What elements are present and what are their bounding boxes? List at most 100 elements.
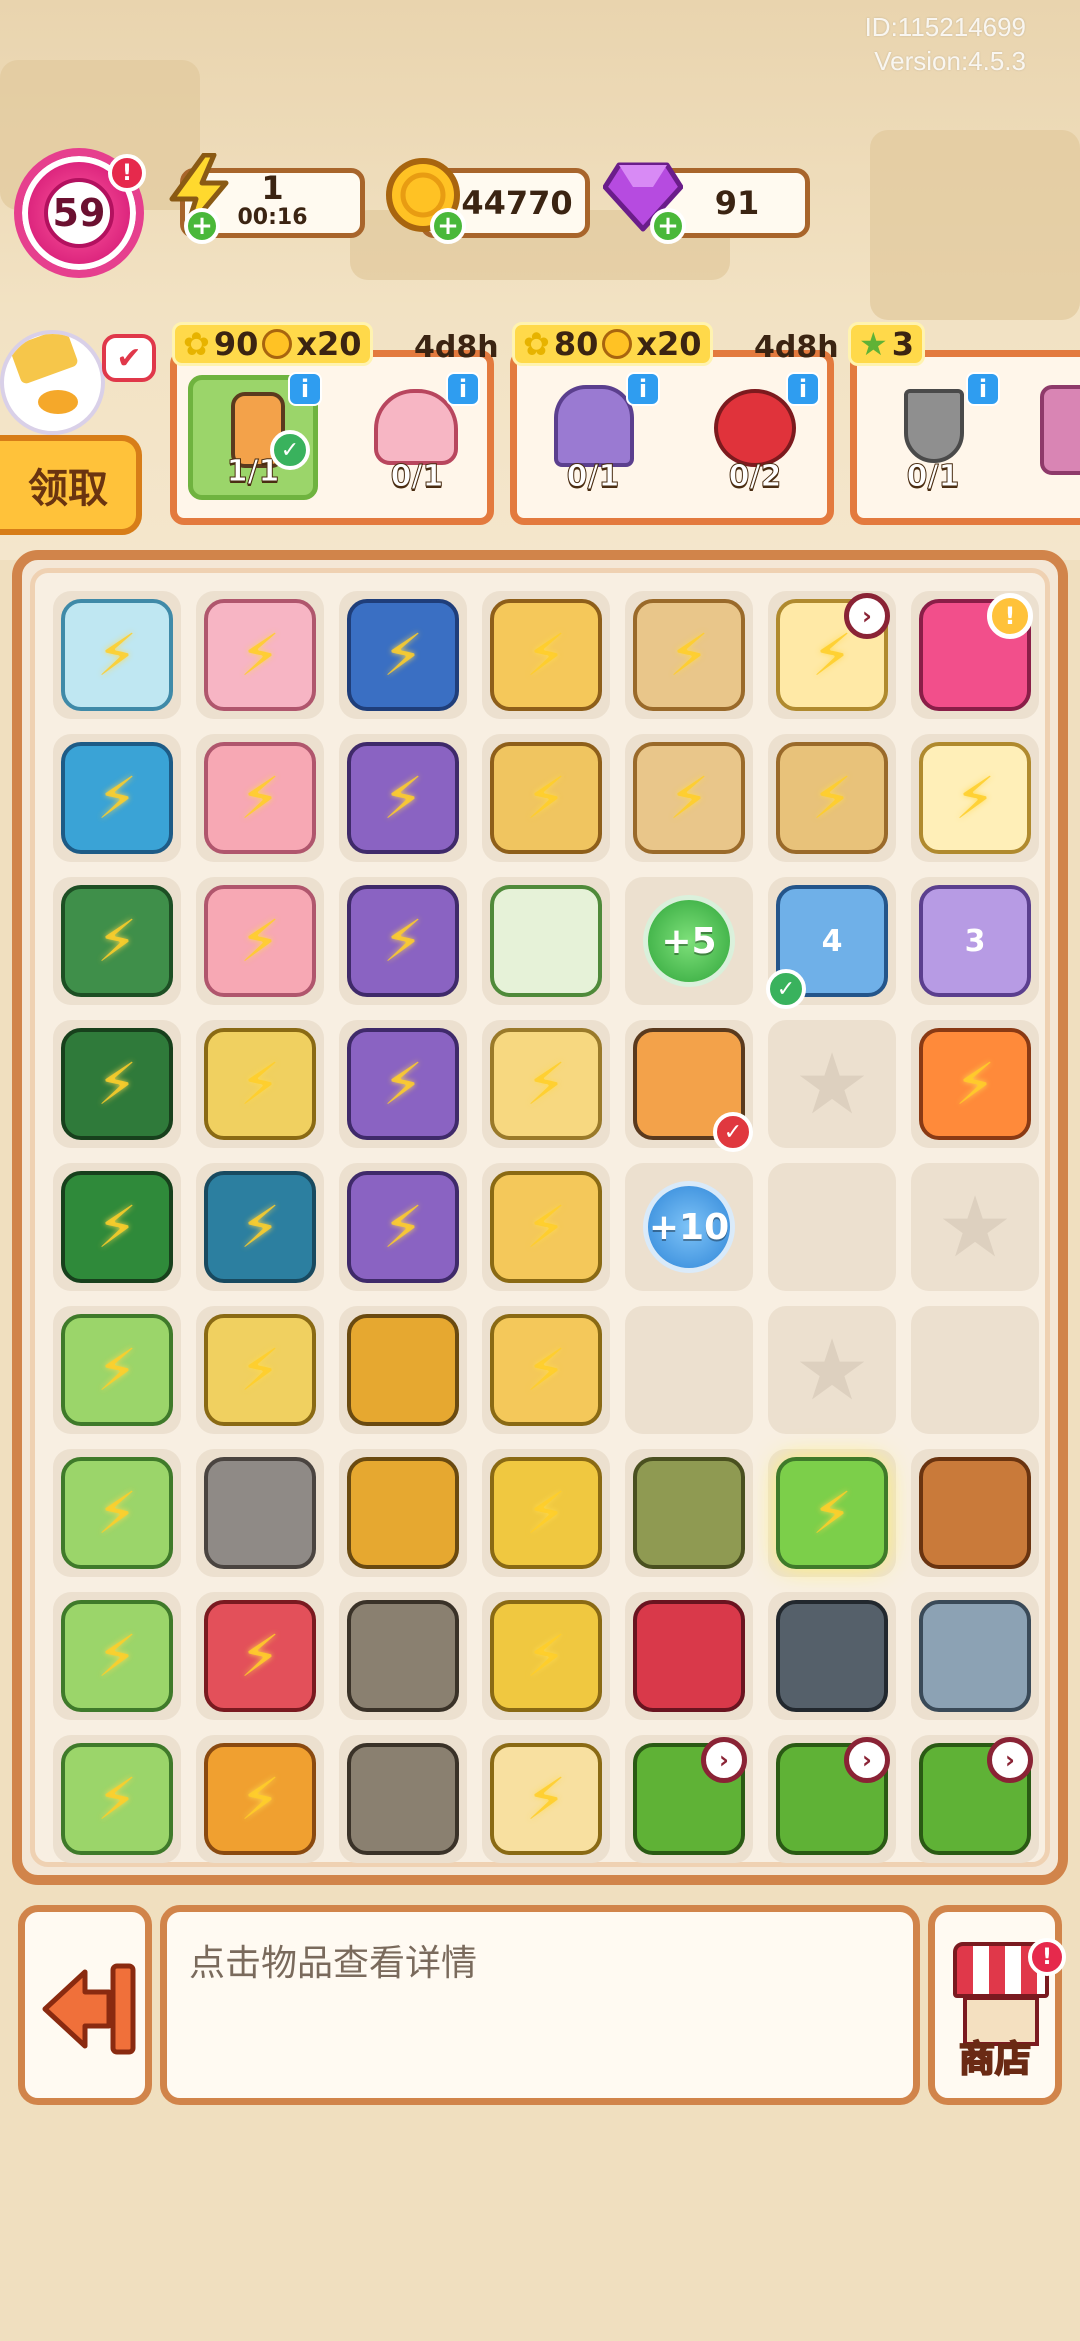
board-cell[interactable]: ⚡ — [482, 734, 610, 862]
order-1-coin-reward: x20 — [296, 325, 362, 363]
flower-box-icon: ⚡ — [633, 742, 745, 854]
board-cell[interactable]: ⚡ — [53, 1592, 181, 1720]
board-cell[interactable]: ⚡ — [339, 1163, 467, 1291]
board-cell[interactable]: ⚡ — [482, 1735, 610, 1863]
shop-alert-icon: ! — [1028, 1938, 1066, 1976]
toolbox-blue-icon: ⚡ — [347, 599, 459, 711]
order-2-timer: 4d8h — [754, 330, 839, 365]
board-cell[interactable]: ⚡ — [768, 1449, 896, 1577]
board-cell[interactable]: +5 — [625, 877, 753, 1005]
order-2-slot-2-count: 0/2 — [728, 459, 782, 495]
board-cell[interactable] — [339, 1735, 467, 1863]
board-cell[interactable] — [339, 1449, 467, 1577]
board-cell[interactable]: ⚡ — [625, 734, 753, 862]
board-cell[interactable] — [196, 1449, 324, 1577]
empty-cell[interactable] — [768, 1020, 896, 1148]
cart-gloves-icon: ⚡ — [204, 1314, 316, 1426]
order-1-timer: 4d8h — [414, 330, 499, 365]
board-cell[interactable]: ⚡ — [482, 1163, 610, 1291]
board-cell[interactable] — [482, 877, 610, 1005]
board-cell[interactable]: 3 — [911, 877, 1039, 1005]
board-cell[interactable]: ⚡ — [339, 877, 467, 1005]
laptop-icon: ⚡ — [61, 1600, 173, 1712]
energy-timer: 00:16 — [237, 205, 308, 230]
board-cell[interactable] — [768, 1592, 896, 1720]
board-cell[interactable]: ⚡ — [911, 734, 1039, 862]
board-cell[interactable]: 4 ✓ — [766, 877, 896, 1009]
board-cell[interactable] — [911, 1449, 1039, 1577]
cat-bed-icon: ⚡ — [490, 599, 602, 711]
claim-button[interactable]: 领取 — [0, 435, 142, 535]
board-cell[interactable]: ⚡ — [482, 1306, 610, 1434]
board-cell[interactable]: ⚡ — [53, 591, 181, 719]
orange-apple-icon: ⚡ — [919, 1028, 1031, 1140]
merge-board: ⚡ ⚡ ⚡ ⚡ ⚡ ⚡ › ! ⚡ ⚡ ⚡ ⚡ ⚡ ⚡ ⚡ ⚡ ⚡ ⚡ +5 4 ✓… — [12, 550, 1068, 1885]
order-2-flower-reward: 80 — [553, 325, 599, 363]
coin-value: 44770 — [461, 184, 573, 222]
board-cell[interactable]: ⚡ — [196, 734, 324, 862]
empty-cell[interactable] — [911, 1163, 1039, 1291]
order-1-flower-reward: 90 — [213, 325, 259, 363]
board-cell[interactable]: +10 — [625, 1163, 753, 1291]
board-cell[interactable]: ⚡ — [196, 877, 324, 1005]
board-cell[interactable]: ⚡ — [53, 877, 181, 1005]
board-cell[interactable] — [339, 1306, 467, 1434]
board-cell[interactable]: ⚡ — [53, 1020, 181, 1148]
board-cell[interactable]: ⚡ — [53, 1163, 181, 1291]
board-cell[interactable]: ⚡ — [53, 1735, 181, 1863]
board-cell[interactable]: › — [768, 1735, 896, 1863]
board-cell[interactable]: ⚡ — [196, 1306, 324, 1434]
order-3-reward-badge: ★ 3 — [848, 322, 925, 366]
board-cell[interactable]: ⚡ — [911, 1020, 1039, 1148]
info-icon[interactable]: i — [966, 372, 1000, 406]
board-cell[interactable]: ⚡ — [53, 734, 181, 862]
empty-cell[interactable] — [768, 1306, 896, 1434]
board-cell[interactable]: ⚡ — [482, 1020, 610, 1148]
board-cell[interactable]: › — [911, 1735, 1039, 1863]
info-icon[interactable]: i — [288, 372, 322, 406]
empty-cell[interactable] — [768, 1163, 896, 1291]
tools-pile-icon: ⚡ — [347, 1028, 459, 1140]
gem-plus-button[interactable]: + — [650, 208, 686, 244]
board-cell[interactable]: ⚡ — [196, 591, 324, 719]
board-cell[interactable]: ⚡ — [53, 1306, 181, 1434]
board-cell[interactable] — [625, 1592, 753, 1720]
board-cell[interactable]: ⚡ — [339, 734, 467, 862]
board-cell[interactable]: ⚡ — [482, 591, 610, 719]
board-cell[interactable]: ⚡ — [482, 1449, 610, 1577]
board-cell[interactable]: ✓ — [625, 1020, 753, 1152]
board-cell[interactable]: ⚡ — [196, 1020, 324, 1148]
board-cell[interactable] — [625, 1449, 753, 1577]
info-icon[interactable]: i — [786, 372, 820, 406]
board-cell[interactable] — [911, 1592, 1039, 1720]
board-cell[interactable]: ⚡ — [196, 1592, 324, 1720]
board-cell[interactable]: ⚡ — [482, 1592, 610, 1720]
customer-avatar[interactable] — [0, 330, 105, 435]
info-icon[interactable]: i — [626, 372, 660, 406]
exit-button[interactable] — [18, 1905, 152, 2105]
board-cell[interactable]: ⚡ › — [768, 591, 896, 719]
board-cell[interactable]: ⚡ — [339, 591, 467, 719]
empty-cell[interactable] — [911, 1306, 1039, 1434]
board-cell[interactable]: › — [625, 1735, 753, 1863]
board-cell[interactable]: ⚡ — [53, 1449, 181, 1577]
book-level-3: 3 — [964, 923, 986, 959]
dark-snail-icon — [776, 1600, 888, 1712]
shop-button[interactable]: 商店 — [928, 1905, 1062, 2105]
laptop-icon: ⚡ — [61, 1314, 173, 1426]
coin-plus-button[interactable]: + — [430, 208, 466, 244]
board-cell[interactable]: ⚡ — [196, 1163, 324, 1291]
board-cell[interactable]: ⚡ — [339, 1020, 467, 1148]
energy-plus-button[interactable]: + — [184, 208, 220, 244]
info-icon[interactable]: i — [446, 372, 480, 406]
board-cell[interactable]: ⚡ — [768, 734, 896, 862]
board-cell[interactable]: ! — [911, 591, 1039, 719]
board-cell[interactable]: ⚡ — [196, 1735, 324, 1863]
shovel-icon — [904, 389, 964, 463]
flower-basket-icon: ⚡ — [204, 1743, 316, 1855]
claim-label: 领取 — [28, 466, 108, 512]
board-cell[interactable] — [339, 1592, 467, 1720]
board-cell[interactable]: ⚡ — [625, 591, 753, 719]
order-3-star-reward: 3 — [891, 325, 914, 363]
empty-cell[interactable] — [625, 1306, 753, 1434]
